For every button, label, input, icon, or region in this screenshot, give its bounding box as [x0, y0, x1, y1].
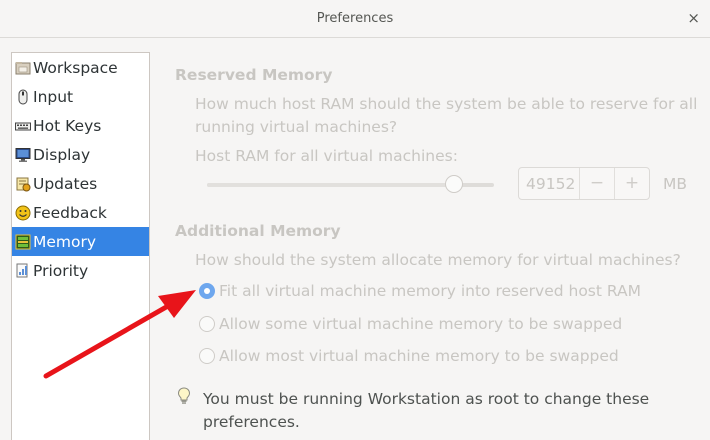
memory-chip-icon	[15, 234, 31, 250]
host-ram-spinbox: 49152 − +	[518, 167, 650, 200]
host-ram-value[interactable]: 49152	[519, 168, 579, 199]
root-required-note: You must be running Workstation as root …	[203, 388, 683, 434]
folder-icon	[15, 60, 31, 76]
sidebar-item-updates[interactable]: Updates	[12, 169, 149, 198]
sidebar-item-priority[interactable]: Priority	[12, 256, 149, 285]
radio-fit-all-label[interactable]: Fit all virtual machine memory into rese…	[219, 282, 641, 300]
updates-icon	[15, 176, 31, 192]
additional-memory-heading: Additional Memory	[175, 222, 341, 240]
slider-handle[interactable]	[444, 175, 463, 193]
note-line1: You must be running Workstation as root …	[203, 390, 650, 408]
lightbulb-icon	[177, 387, 191, 405]
note-line2: preferences.	[203, 413, 300, 431]
sidebar-item-label: Input	[33, 87, 74, 106]
priority-icon	[15, 263, 31, 279]
smiley-icon	[15, 205, 31, 221]
sidebar-item-hot-keys[interactable]: Hot Keys	[12, 111, 149, 140]
slider-fill	[207, 183, 454, 187]
sidebar-item-memory[interactable]: Memory	[12, 227, 149, 256]
sidebar-item-feedback[interactable]: Feedback	[12, 198, 149, 227]
reserved-question-line1: How much host RAM should the system be a…	[195, 95, 698, 113]
increment-button[interactable]: +	[614, 168, 649, 199]
close-button[interactable]: ×	[687, 9, 700, 27]
slider-label: Host RAM for all virtual machines:	[195, 147, 458, 165]
memory-pane: Reserved Memory How much host RAM should…	[160, 40, 710, 440]
sidebar-item-workspace[interactable]: Workspace	[12, 53, 149, 82]
radio-fit-all[interactable]	[199, 283, 215, 299]
sidebar-item-label: Updates	[33, 174, 98, 193]
sidebar-item-label: Workspace	[33, 58, 118, 77]
sidebar-item-input[interactable]: Input	[12, 82, 149, 111]
window-title: Preferences	[316, 11, 394, 26]
radio-allow-most[interactable]	[199, 348, 215, 364]
sidebar-item-label: Feedback	[33, 203, 107, 222]
mouse-icon	[15, 89, 31, 105]
radio-allow-some-label[interactable]: Allow some virtual machine memory to be …	[219, 315, 622, 333]
sidebar-item-display[interactable]: Display	[12, 140, 149, 169]
sidebar-item-label: Display	[33, 145, 91, 164]
keyboard-icon	[15, 118, 31, 134]
sidebar-item-label: Priority	[33, 261, 89, 280]
additional-question: How should the system allocate memory fo…	[195, 251, 681, 269]
sidebar-item-label: Memory	[33, 232, 97, 251]
radio-allow-most-label[interactable]: Allow most virtual machine memory to be …	[219, 347, 619, 365]
unit-label: MB	[663, 175, 688, 193]
reserved-memory-heading: Reserved Memory	[175, 66, 333, 84]
title-bar: Preferences ×	[0, 0, 710, 38]
radio-allow-some[interactable]	[199, 316, 215, 332]
decrement-button[interactable]: −	[579, 168, 614, 199]
monitor-icon	[15, 147, 31, 163]
reserved-question-line2: running virtual machines?	[195, 118, 398, 136]
sidebar: Workspace Input Hot Keys Display Updates…	[11, 52, 150, 440]
sidebar-item-label: Hot Keys	[33, 116, 102, 135]
